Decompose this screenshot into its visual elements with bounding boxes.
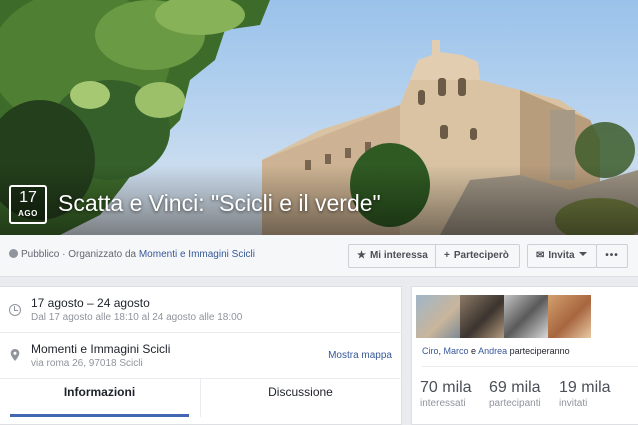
separator: e bbox=[468, 346, 479, 356]
organized-by-label: · Organizzato da bbox=[59, 249, 139, 260]
date-badge: 17 AGO bbox=[9, 185, 47, 224]
stat-interested[interactable]: 70 mila interessati bbox=[420, 379, 472, 409]
event-title: Scatta e Vinci: "Scicli e il verde" bbox=[58, 190, 381, 216]
date-day: 17 bbox=[19, 189, 37, 206]
chevron-down-icon bbox=[578, 252, 587, 256]
envelope-icon: ✉ bbox=[536, 250, 545, 261]
globe-icon bbox=[9, 249, 18, 258]
stat-label: partecipanti bbox=[489, 398, 541, 409]
event-privacy-line: Pubblico · Organizzato da Momenti e Imma… bbox=[9, 249, 255, 260]
stat-label: interessati bbox=[420, 398, 466, 409]
stat-number: 19 mila bbox=[559, 379, 611, 396]
friends-going-text: Ciro, Marco e Andrea parteciperanno bbox=[422, 346, 570, 356]
stat-going[interactable]: 69 mila partecipanti bbox=[489, 379, 541, 409]
friend-link[interactable]: Ciro bbox=[422, 346, 439, 356]
organizer-link[interactable]: Momenti e Immagini Scicli bbox=[139, 249, 255, 260]
divider bbox=[422, 366, 638, 367]
stat-number: 69 mila bbox=[489, 379, 541, 396]
avatar[interactable] bbox=[504, 295, 548, 338]
attendance-card: Ciro, Marco e Andrea parteciperanno 70 m… bbox=[411, 286, 638, 425]
tab-discussione[interactable]: Discussione bbox=[200, 379, 400, 417]
friend-avatars bbox=[416, 295, 591, 338]
stat-number: 70 mila bbox=[420, 379, 472, 396]
more-options-button[interactable]: ••• bbox=[596, 244, 628, 268]
show-map-link[interactable]: Mostra mappa bbox=[328, 350, 392, 361]
avatar[interactable] bbox=[548, 295, 591, 338]
privacy-label: Pubblico bbox=[21, 249, 60, 260]
invite-label: Invita bbox=[548, 250, 575, 261]
star-icon: ★ bbox=[357, 250, 366, 261]
stat-invited[interactable]: 19 mila invitati bbox=[559, 379, 611, 409]
event-place-row: Momenti e Immagini Scicli via roma 26, 9… bbox=[0, 333, 402, 379]
pin-icon bbox=[10, 349, 20, 361]
event-date-detail: Dal 17 agosto alle 18:10 al 24 agosto al… bbox=[31, 312, 243, 323]
going-suffix: parteciperanno bbox=[507, 346, 570, 356]
friend-link[interactable]: Andrea bbox=[478, 346, 507, 356]
tab-informazioni[interactable]: Informazioni bbox=[10, 379, 189, 417]
invite-button[interactable]: ✉ Invita bbox=[527, 244, 597, 268]
place-address: via roma 26, 97018 Scicli bbox=[31, 358, 143, 369]
going-label: Parteciperò bbox=[453, 250, 509, 261]
interested-button[interactable]: ★ Mi interessa bbox=[348, 244, 436, 268]
avatar[interactable] bbox=[460, 295, 504, 338]
stat-label: invitati bbox=[559, 398, 588, 409]
event-details-card: 17 agosto – 24 agosto Dal 17 agosto alle… bbox=[0, 286, 402, 425]
friend-link[interactable]: Marco bbox=[444, 346, 469, 356]
event-action-bar: Pubblico · Organizzato da Momenti e Imma… bbox=[0, 235, 638, 277]
place-name[interactable]: Momenti e Immagini Scicli bbox=[31, 342, 170, 356]
cover-photo: 17 AGO Scatta e Vinci: "Scicli e il verd… bbox=[0, 0, 638, 235]
date-month: AGO bbox=[18, 209, 38, 218]
plus-icon: + bbox=[444, 250, 450, 261]
clock-icon bbox=[9, 304, 21, 316]
avatar[interactable] bbox=[416, 295, 460, 338]
event-time-row: 17 agosto – 24 agosto Dal 17 agosto alle… bbox=[0, 287, 402, 333]
going-button[interactable]: + Parteciperò bbox=[435, 244, 520, 268]
interested-label: Mi interessa bbox=[369, 250, 428, 261]
event-date-range: 17 agosto – 24 agosto bbox=[31, 296, 150, 310]
event-tabs: Informazioni Discussione bbox=[0, 379, 402, 417]
